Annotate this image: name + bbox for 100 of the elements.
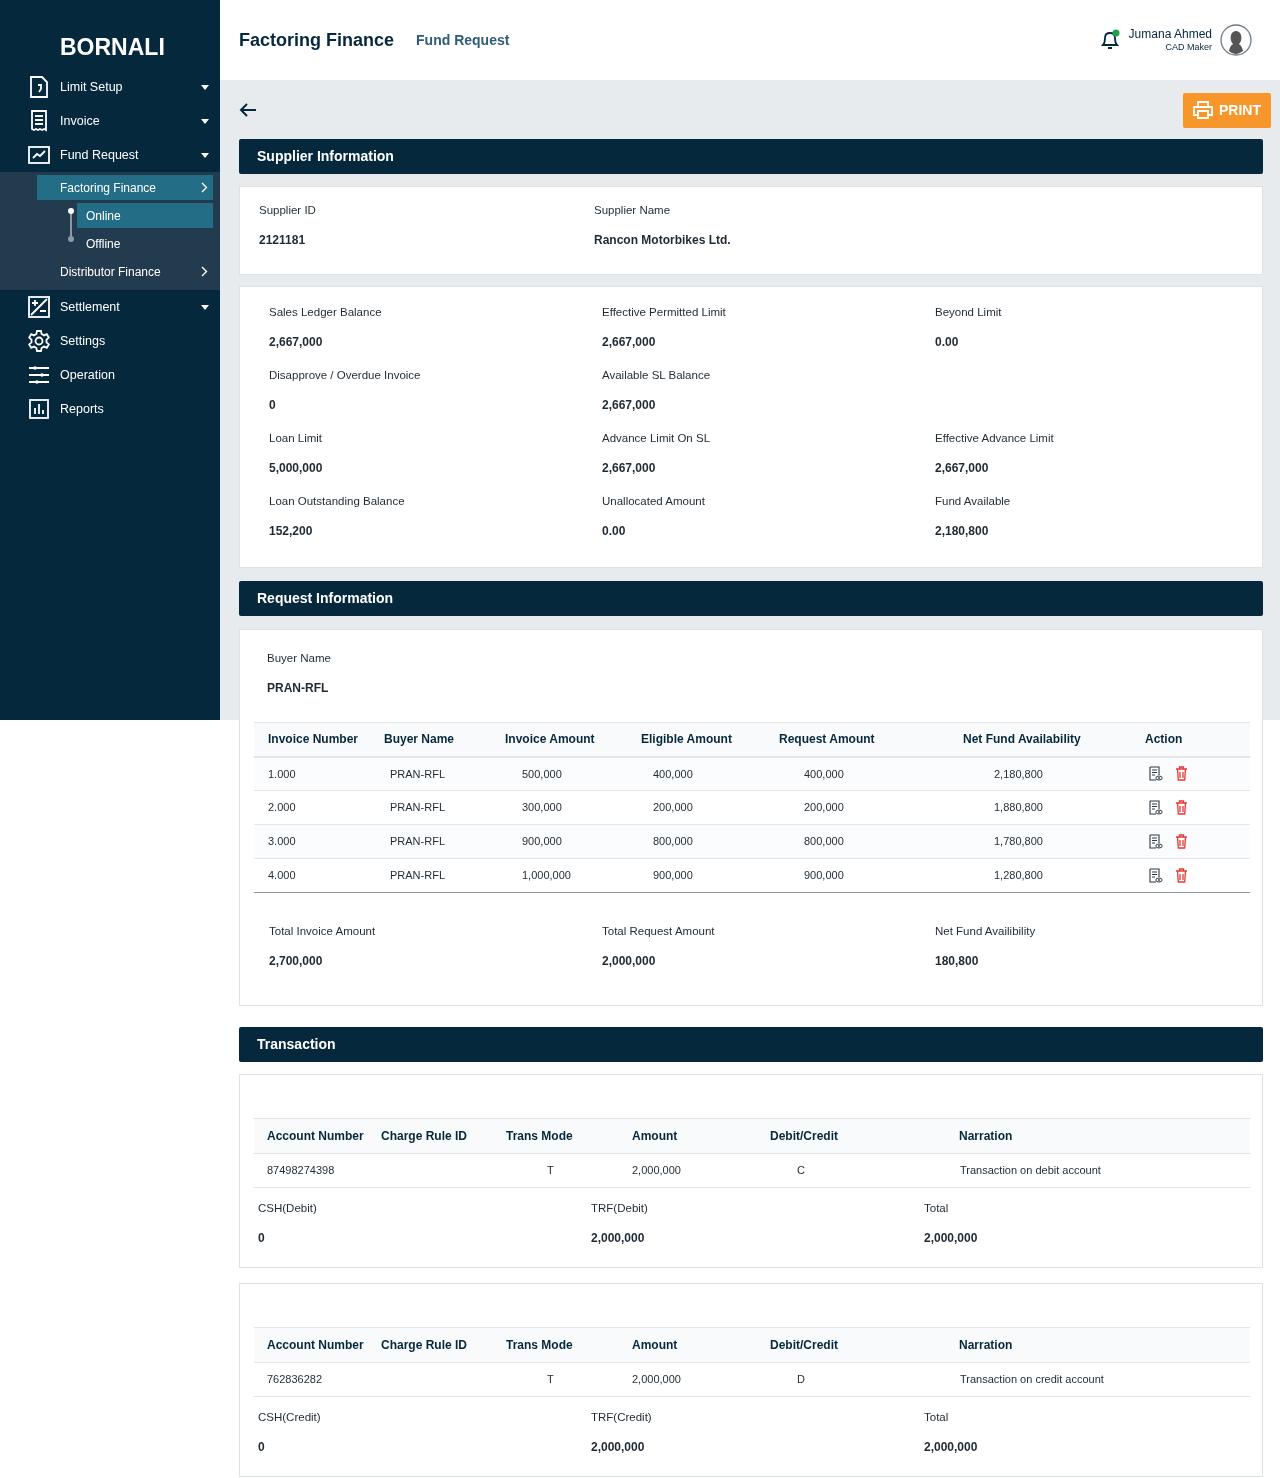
field-value: 2,000,000: [924, 1230, 979, 1247]
submenu-item[interactable]: Online: [77, 203, 213, 228]
column-header: Buyer Name: [384, 722, 505, 757]
settings-icon: [27, 329, 51, 353]
table-cell: 900,000: [653, 869, 693, 882]
field-label: Disapprove / Overdue Invoice: [269, 368, 422, 383]
table-cell: 87498274398: [267, 1164, 335, 1177]
field-label: CSH(Debit): [258, 1201, 318, 1216]
field-label: Buyer Name: [267, 651, 332, 666]
column-header: Amount: [632, 1118, 770, 1154]
table-cell: 800,000: [653, 835, 693, 848]
table-cell: 2,000,000: [632, 1373, 681, 1386]
field-label: Available SL Balance: [602, 368, 712, 383]
field-label: Total Request Amount: [602, 924, 716, 939]
sidebar-item[interactable]: Invoice: [0, 104, 220, 138]
caret-icon: [201, 304, 209, 310]
field-label: Unallocated Amount: [602, 494, 706, 509]
table-cell: 200,000: [804, 801, 844, 814]
field-value: 2,000,000: [602, 953, 657, 970]
field-value: 2,000,000: [591, 1230, 646, 1247]
field-value: 2,180,800: [935, 523, 990, 540]
field-label: Sales Ledger Balance: [269, 305, 383, 320]
plus-minus-icon: [28, 296, 50, 318]
field-value: 0: [269, 397, 277, 414]
field-label: Effective Advance Limit: [935, 431, 1055, 446]
table-cell: 2,180,800: [994, 767, 1043, 780]
field-value: 2,700,000: [269, 953, 324, 970]
table-cell: 4.000: [268, 869, 296, 882]
section-header: Supplier Information: [239, 139, 1263, 174]
delete-icon[interactable]: [1175, 868, 1188, 883]
breadcrumb: Fund Request: [416, 30, 510, 50]
column-header: Narration: [959, 1327, 1250, 1363]
field-label: Loan Outstanding Balance: [269, 494, 406, 509]
field-value: 0: [258, 1230, 266, 1247]
notification-bell-icon[interactable]: [1098, 29, 1121, 51]
field-label: TRF(Debit): [591, 1201, 649, 1216]
view-document-icon[interactable]: [1148, 800, 1163, 815]
table-cell: PRAN-RFL: [390, 767, 445, 780]
sidebar-item[interactable]: Settlement: [0, 290, 220, 324]
page-title: Factoring Finance: [239, 28, 395, 52]
column-header: Action: [1145, 722, 1250, 757]
field-label: Net Fund Availibility: [935, 924, 1037, 939]
view-document-icon[interactable]: [1148, 834, 1163, 849]
chevron-icon: [201, 266, 208, 277]
submenu-item[interactable]: Offline: [77, 231, 213, 256]
field-label: Total: [924, 1201, 950, 1216]
delete-icon[interactable]: [1175, 800, 1188, 815]
table-cell: 1,780,800: [994, 835, 1043, 848]
column-header: Request Amount: [779, 722, 963, 757]
field-label: CSH(Credit): [258, 1410, 322, 1425]
table-cell: 3.000: [268, 835, 296, 848]
column-header: Debit/Credit: [770, 1118, 959, 1154]
avatar-icon[interactable]: [1220, 24, 1252, 56]
field-value: 2121181: [259, 232, 307, 249]
chevron-icon: [201, 182, 208, 193]
table-cell: D: [797, 1373, 805, 1386]
receipt-icon: [30, 110, 48, 132]
submenu-item[interactable]: Factoring Finance: [37, 175, 213, 200]
table-cell: 400,000: [653, 767, 693, 780]
field-value: 0.00: [602, 523, 627, 540]
field-value: 152,200: [269, 523, 314, 540]
table-cell: 300,000: [522, 801, 562, 814]
submenu-item[interactable]: Distributor Finance: [37, 259, 213, 284]
table-cell: Transaction on debit account: [960, 1164, 1101, 1177]
brand-logo: BORNALI: [59, 33, 166, 62]
sidebar-item[interactable]: Operation: [0, 358, 220, 392]
sliders-icon: [28, 365, 50, 385]
view-document-icon[interactable]: [1148, 868, 1163, 883]
table-cell: 2.000: [268, 801, 296, 814]
caret-icon: [201, 152, 209, 158]
sidebar-item[interactable]: Fund Request: [0, 138, 220, 172]
sidebar-item[interactable]: Limit Setup: [0, 70, 220, 104]
field-value: 0: [258, 1439, 266, 1456]
table-cell: PRAN-RFL: [390, 801, 445, 814]
sidebar-item[interactable]: Reports: [0, 392, 220, 426]
back-arrow-icon[interactable]: [239, 102, 257, 118]
delete-icon[interactable]: [1175, 766, 1188, 782]
field-label: Beyond Limit: [935, 305, 1003, 320]
table-cell: 2,000,000: [632, 1164, 681, 1177]
field-label: Advance Limit On SL: [602, 431, 712, 446]
column-header: Debit/Credit: [770, 1327, 959, 1363]
user-role: CAD Maker: [1165, 41, 1212, 54]
field-value: 2,667,000: [602, 397, 657, 414]
column-header: Invoice Number: [254, 722, 384, 757]
table-cell: 1,280,800: [994, 869, 1043, 882]
field-value: 2,667,000: [269, 334, 324, 351]
caret-icon: [201, 84, 209, 90]
sidebar-item[interactable]: Settings: [0, 324, 220, 358]
table-cell: 400,000: [804, 767, 844, 780]
table-cell: T: [547, 1373, 554, 1386]
table-cell: T: [547, 1164, 554, 1177]
column-header: Narration: [959, 1118, 1250, 1154]
column-header: Charge Rule ID: [381, 1118, 506, 1154]
section-header: Transaction: [239, 1027, 1263, 1062]
delete-icon[interactable]: [1175, 834, 1188, 849]
user-name: Jumana Ahmed: [1128, 26, 1212, 42]
view-document-icon[interactable]: [1148, 766, 1163, 782]
field-value: 2,667,000: [935, 460, 990, 477]
table-cell: 1.000: [268, 767, 296, 780]
bar-chart-icon: [29, 399, 49, 419]
